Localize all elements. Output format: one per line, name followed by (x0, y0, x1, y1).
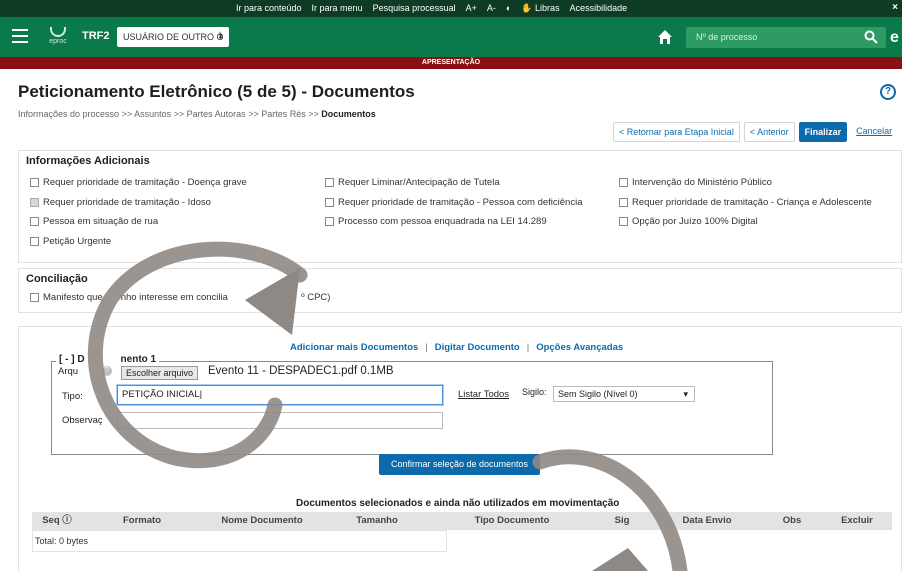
checkbox-public-ministry[interactable]: Intervenção do Ministério Público (619, 177, 772, 188)
observation-label: Observaç (62, 415, 103, 426)
environment-banner: APRESENTAÇÃO (0, 57, 902, 69)
checkbox-injunction[interactable]: Requer Liminar/Antecipação de Tutela (325, 177, 500, 188)
checkbox-box[interactable] (325, 178, 334, 187)
checkbox-law-14289[interactable]: Processo com pessoa enquadrada na LEI 14… (325, 216, 547, 227)
selected-file-name: Evento 11 - DESPADEC1.pdf 0.1MB (208, 365, 394, 377)
secrecy-label: Sigilo: (522, 387, 547, 397)
contrast-icon[interactable]: ◐ (506, 3, 511, 14)
add-documents-link[interactable]: Adicionar mais Documentos (290, 342, 418, 353)
breadcrumb-current: Documentos (321, 109, 376, 119)
observation-input[interactable] (117, 412, 443, 429)
checkbox-box[interactable] (30, 237, 39, 246)
libras-link[interactable]: ✋ Libras (521, 3, 559, 14)
skip-to-menu-link[interactable]: Ir para menu (312, 3, 363, 14)
brand-edge-icon: e (890, 29, 899, 46)
conciliation-title: Conciliação (26, 273, 88, 285)
column-header: Formato (123, 515, 161, 526)
org-name: TRF2 (82, 30, 110, 42)
page-title: Peticionamento Eletrônico (5 de 5) - Doc… (18, 82, 415, 101)
cancel-button[interactable]: Cancelar (851, 122, 898, 142)
table-title: Documentos selecionados e ainda não util… (296, 498, 620, 509)
accessibility-link[interactable]: Acessibilidade (570, 3, 628, 14)
checkbox-box[interactable] (619, 178, 628, 187)
documents-table-header: Seq ⓘ Formato Nome Documento Tamanho Tip… (32, 512, 892, 530)
process-search-link[interactable]: Pesquisa processual (373, 3, 456, 14)
breadcrumb-item[interactable]: Partes Rés (261, 109, 306, 119)
checkbox-homeless[interactable]: Pessoa em situação de rua (30, 216, 158, 227)
checkbox-box[interactable] (30, 178, 39, 187)
eproc-logo: eproc (44, 25, 72, 51)
document-links: Adicionar mais Documentos | Digitar Docume… (290, 342, 624, 353)
checkbox-box[interactable] (325, 198, 334, 207)
select-caret-icon: ⬍ (217, 32, 224, 41)
help-icon[interactable]: ? (102, 366, 112, 376)
column-header: Tamanho (356, 515, 398, 526)
list-all-link[interactable]: Listar Todos (458, 389, 509, 400)
breadcrumb-item[interactable]: Informações do processo (18, 109, 119, 119)
confirm-selection-button[interactable]: Confirmar seleção de documentos (379, 454, 540, 475)
checkbox-grave-illness[interactable]: Requer prioridade de tramitação - Doença… (30, 177, 247, 188)
column-header: Obs (782, 515, 802, 526)
checkbox-digital-court[interactable]: Opção por Juízo 100% Digital (619, 216, 758, 227)
back-to-start-button[interactable]: < Retornar para Etapa Inicial (613, 122, 740, 142)
checkbox-child[interactable]: Requer prioridade de tramitação - Crianç… (619, 197, 872, 208)
checkbox-box (30, 198, 39, 207)
breadcrumb-item[interactable]: Assuntos (134, 109, 171, 119)
document-type-input[interactable]: PETIÇÃO INICIAL| (117, 385, 443, 405)
close-icon[interactable]: × (892, 2, 898, 13)
document-legend[interactable]: [ - ] Dnento 1 (56, 354, 160, 365)
skip-to-content-link[interactable]: Ir para conteúdo (236, 3, 302, 14)
hamburger-menu-icon[interactable] (12, 29, 28, 43)
accessibility-bar: Ir para conteúdo Ir para menu Pesquisa p… (0, 0, 902, 17)
file-label: Arqu (58, 366, 79, 377)
checkbox-box[interactable] (30, 217, 39, 226)
font-increase-link[interactable]: A+ (466, 3, 477, 14)
checkbox-urgent[interactable]: Petição Urgente (30, 236, 111, 247)
home-icon[interactable] (657, 29, 673, 45)
checkbox-box[interactable] (619, 198, 628, 207)
column-header: Sig (614, 515, 630, 526)
choose-file-button[interactable]: Escolher arquivo (121, 366, 199, 380)
process-search-input[interactable]: Nº de processo (686, 27, 886, 48)
type-label: Tipo: (62, 391, 83, 402)
column-header: Data Envio (682, 515, 732, 526)
checkbox-elderly: Requer prioridade de tramitação - Idoso (30, 197, 211, 208)
checkbox-box[interactable] (325, 217, 334, 226)
previous-button[interactable]: < Anterior (743, 122, 795, 142)
column-header[interactable]: Seq ⓘ (32, 512, 82, 530)
total-bytes: Total: 0 bytes (32, 530, 447, 552)
column-header: Tipo Documento (474, 515, 550, 526)
checkbox-disability[interactable]: Requer prioridade de tramitação - Pessoa… (325, 197, 583, 208)
help-icon[interactable]: ? (880, 84, 896, 100)
breadcrumb: Informações do processo >> Assuntos >> P… (18, 109, 376, 119)
app-header: eproc TRF2 USUÁRIO DE OUTRO Ó ⬍ Nº de pr… (0, 17, 902, 57)
search-icon[interactable] (864, 30, 878, 44)
chevron-down-icon: ▾ (683, 389, 688, 399)
breadcrumb-item[interactable]: Partes Autoras (187, 109, 246, 119)
user-profile-select[interactable]: USUÁRIO DE OUTRO Ó ⬍ (117, 27, 229, 47)
checkbox-conciliation[interactable]: Manifesto que nho interesse em concilia … (30, 292, 330, 303)
checkbox-box[interactable] (619, 217, 628, 226)
font-decrease-link[interactable]: A- (487, 3, 496, 14)
additional-info-title: Informações Adicionais (26, 155, 150, 167)
column-header: Excluir (841, 515, 873, 526)
wizard-actions: < Retornar para Etapa Inicial < Anterior… (613, 122, 898, 142)
advanced-options-link[interactable]: Opções Avançadas (536, 342, 623, 353)
checkbox-box[interactable] (30, 293, 39, 302)
conciliation-panel (18, 268, 902, 313)
column-header: Nome Documento (221, 515, 303, 526)
finish-button[interactable]: Finalizar (798, 122, 848, 142)
accessibility-links: Ir para conteúdo Ir para menu Pesquisa p… (236, 3, 627, 14)
type-document-link[interactable]: Digitar Documento (435, 342, 520, 353)
secrecy-select[interactable]: Sem Sigilo (Nível 0) ▾ (553, 386, 695, 402)
